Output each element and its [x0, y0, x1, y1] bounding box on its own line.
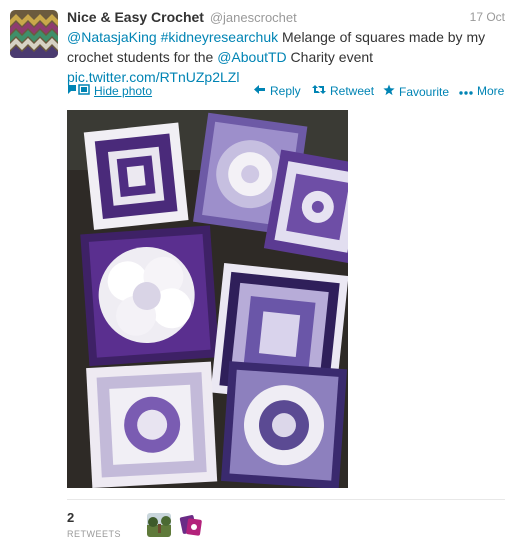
- author-username[interactable]: @janescrochet: [210, 10, 297, 25]
- more-label: More: [477, 84, 505, 98]
- dots-icon: [459, 84, 473, 98]
- hide-photo-action[interactable]: Hide photo: [67, 84, 152, 98]
- reply-label: Reply: [270, 84, 301, 98]
- retweeter-avatar[interactable]: [147, 513, 171, 537]
- pic-link[interactable]: pic.twitter.com/RTnUZp2LZl: [67, 69, 239, 85]
- tweet-header: Nice & Easy Crochet @janescrochet 17 Oct: [67, 9, 505, 27]
- hide-photo-label[interactable]: Hide photo: [94, 84, 152, 98]
- favourite-label: Favourite: [399, 84, 450, 99]
- retweet-label: Retweet: [330, 84, 375, 98]
- retweet-button[interactable]: Retweet: [312, 84, 374, 98]
- favourite-button[interactable]: Favourite: [383, 84, 449, 99]
- retweeter-avatars: [147, 513, 211, 537]
- hashtag-link[interactable]: #kidneyresearchuk: [161, 29, 279, 45]
- retweet-icon: [312, 84, 326, 98]
- tweet-text-part: Charity event: [286, 49, 374, 65]
- more-button[interactable]: More: [459, 84, 504, 98]
- retweet-stats[interactable]: 2 RETWEETS: [67, 510, 121, 539]
- tweet-timestamp[interactable]: 17 Oct: [470, 10, 505, 24]
- mention-link[interactable]: @AboutTD: [217, 49, 286, 65]
- reply-arrow-icon: [254, 84, 266, 98]
- star-icon: [383, 84, 395, 99]
- author-fullname[interactable]: Nice & Easy Crochet: [67, 9, 204, 25]
- tweet-text: @NatasjaKing #kidneyresearchuk Melange o…: [67, 27, 487, 87]
- mention-link[interactable]: @NatasjaKing: [67, 29, 157, 45]
- retweeter-avatar[interactable]: [179, 513, 203, 537]
- photo-icon: [67, 84, 90, 98]
- retweets-label: RETWEETS: [67, 529, 122, 539]
- stats-divider: [67, 499, 505, 500]
- reply-button[interactable]: Reply: [254, 84, 301, 98]
- tweet: Nice & Easy Crochet @janescrochet 17 Oct…: [0, 0, 517, 549]
- tweet-photo[interactable]: [67, 110, 348, 488]
- author-avatar[interactable]: [10, 10, 58, 58]
- retweets-count: 2: [67, 510, 75, 525]
- tweet-actions: Hide photo Reply Retweet Favourite More: [67, 84, 505, 102]
